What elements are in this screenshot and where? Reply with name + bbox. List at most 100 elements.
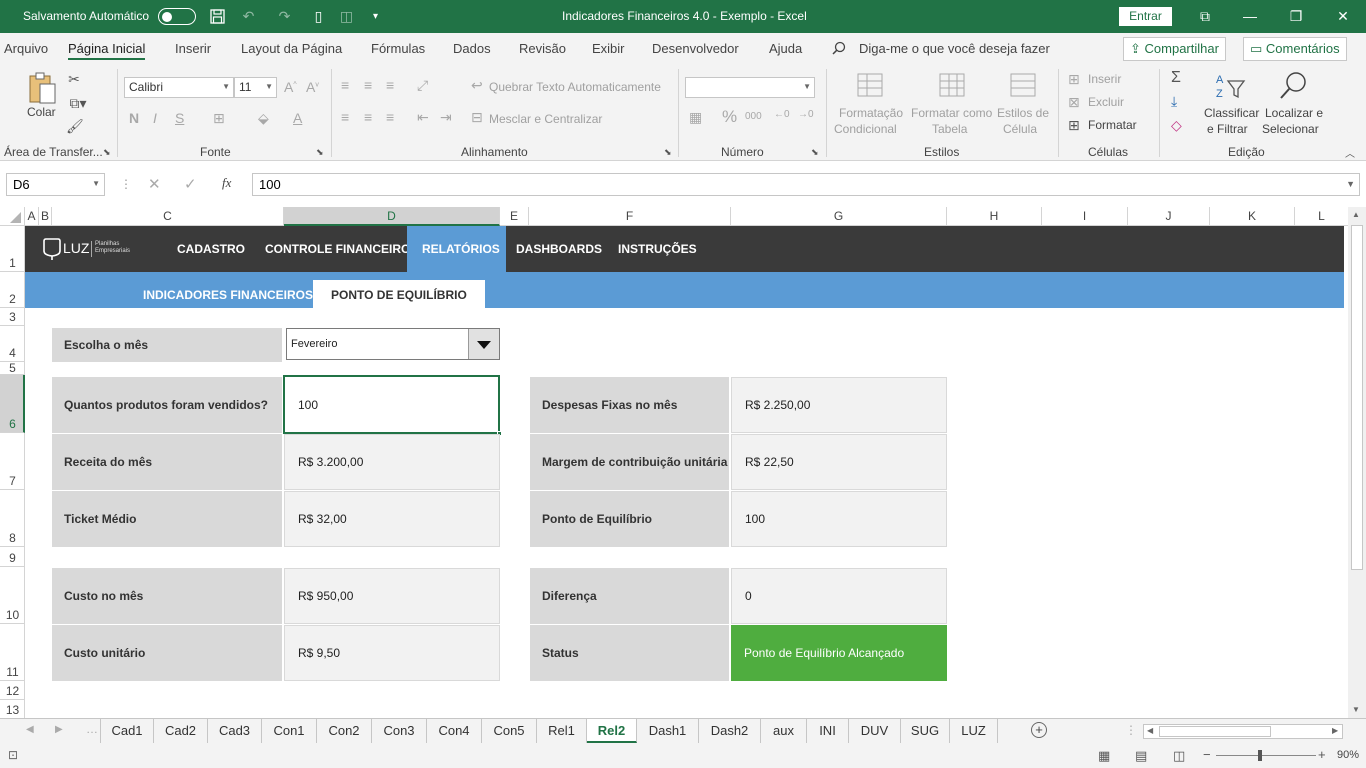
zoom-slider-track[interactable] <box>1216 755 1316 756</box>
column-header-selected[interactable]: D <box>284 207 500 226</box>
insert-function-icon[interactable]: fx <box>222 175 231 191</box>
clipboard-launcher-icon[interactable]: ⬊ <box>103 147 111 158</box>
sheet-tab[interactable]: LUZ <box>950 719 998 743</box>
row-header[interactable]: 12 <box>0 681 25 700</box>
wrap-text-icon[interactable]: ↩ <box>471 77 483 94</box>
row-header[interactable]: 2 <box>0 272 25 308</box>
conditional-format-label-2[interactable]: Condicional <box>834 122 897 136</box>
align-left-icon[interactable]: ≡ <box>341 109 349 125</box>
align-bottom-icon[interactable]: ≡ <box>386 77 394 93</box>
zoom-level[interactable]: 90% <box>1337 749 1359 761</box>
sheet-tab[interactable]: Dash2 <box>699 719 761 743</box>
break-even-value[interactable]: 100 <box>731 491 947 547</box>
redo-icon[interactable]: ↷ <box>276 8 293 25</box>
column-header[interactable]: J <box>1128 207 1210 226</box>
scrollbar-thumb[interactable] <box>1351 225 1363 570</box>
format-cells-button[interactable]: Formatar <box>1088 118 1137 132</box>
sheet-tab[interactable]: Con1 <box>262 719 317 743</box>
nav-instrucoes[interactable]: INSTRUÇÕES <box>608 226 707 272</box>
sheet-tab[interactable]: Dash1 <box>637 719 699 743</box>
camera-icon[interactable]: ◫ <box>338 8 355 25</box>
percent-icon[interactable]: % <box>722 107 737 127</box>
find-select-label-1[interactable]: Localizar e <box>1265 106 1323 120</box>
italic-icon[interactable]: I <box>153 110 157 126</box>
sheet-tab[interactable]: Con3 <box>372 719 427 743</box>
ticket-value[interactable]: R$ 32,00 <box>284 491 500 547</box>
form-icon[interactable]: ▯ <box>310 8 327 25</box>
sheet-tab[interactable]: Rel1 <box>537 719 587 743</box>
column-header[interactable]: E <box>500 207 529 226</box>
contribution-margin-value[interactable]: R$ 22,50 <box>731 434 947 490</box>
sheet-tab-active[interactable]: Rel2 <box>587 719 637 743</box>
delete-cells-icon[interactable]: ⊠ <box>1068 94 1080 111</box>
comments-button[interactable]: ▭ Comentários <box>1243 37 1347 61</box>
horizontal-scrollbar[interactable]: ◀ ▶ <box>1143 724 1343 739</box>
customize-qat-icon[interactable]: ▾ <box>367 8 384 25</box>
vertical-scrollbar[interactable]: ▲ ▼ <box>1348 207 1366 718</box>
sort-filter-label-2[interactable]: e Filtrar <box>1207 122 1248 136</box>
nav-controle-financeiro[interactable]: CONTROLE FINANCEIRO <box>255 226 420 272</box>
font-name-select[interactable]: Calibri ▼ <box>124 77 234 98</box>
font-color-icon[interactable]: A <box>293 110 302 126</box>
font-size-select[interactable]: 11 ▼ <box>234 77 277 98</box>
find-select-label-2[interactable]: Selecionar <box>1262 122 1319 136</box>
format-table-icon[interactable] <box>937 71 967 101</box>
nav-relatorios[interactable]: RELATÓRIOS <box>407 226 506 272</box>
decrease-font-icon[interactable]: Av <box>306 79 319 95</box>
new-sheet-icon[interactable]: + <box>1031 722 1047 738</box>
sort-filter-icon[interactable]: AZ <box>1214 71 1246 104</box>
save-icon[interactable] <box>209 8 226 25</box>
format-cells-icon[interactable]: ⊞ <box>1068 117 1080 134</box>
scroll-up-icon[interactable]: ▲ <box>1352 210 1360 219</box>
bold-icon[interactable]: N <box>129 110 139 126</box>
status-badge[interactable]: Ponto de Equilíbrio Alcançado <box>731 625 947 681</box>
restore-icon[interactable]: ❐ <box>1286 6 1306 26</box>
row-header[interactable]: 8 <box>0 490 25 547</box>
nav-cadastro[interactable]: CADASTRO <box>167 226 255 272</box>
close-icon[interactable]: ✕ <box>1333 6 1353 26</box>
column-header[interactable]: H <box>947 207 1042 226</box>
autosum-icon[interactable]: Σ <box>1171 69 1181 87</box>
products-sold-cell[interactable]: 100 <box>283 375 500 434</box>
cell-styles-icon[interactable] <box>1008 71 1038 101</box>
wrap-text-button[interactable]: Quebrar Texto Automaticamente <box>489 80 661 94</box>
format-table-label-2[interactable]: Tabela <box>932 122 967 136</box>
sheet-tab[interactable]: INI <box>807 719 849 743</box>
sheet-tab[interactable]: Cad1 <box>100 719 154 743</box>
row-header[interactable]: 4 <box>0 326 25 362</box>
hscroll-thumb[interactable] <box>1159 726 1271 737</box>
thousands-icon[interactable]: 000 <box>745 111 762 122</box>
tab-desenvolvedor[interactable]: Desenvolvedor <box>652 41 739 56</box>
row-header-selected[interactable]: 6 <box>0 375 25 433</box>
align-middle-icon[interactable]: ≡ <box>364 77 372 93</box>
splitter-icon[interactable]: ⋮ <box>1125 723 1137 737</box>
fill-color-icon[interactable]: ⬙ <box>258 110 269 127</box>
prev-sheet-icon[interactable]: ◀ <box>26 724 34 735</box>
currency-icon[interactable]: ▦ <box>689 109 702 126</box>
underline-icon[interactable]: S <box>175 110 184 126</box>
tab-pagina-inicial[interactable]: Página Inicial <box>68 41 146 60</box>
sheet-tab[interactable]: DUV <box>849 719 901 743</box>
column-header[interactable]: B <box>39 207 52 226</box>
name-box[interactable]: D6 ▼ <box>6 173 105 196</box>
find-select-icon[interactable] <box>1278 71 1310 104</box>
row-header[interactable]: 3 <box>0 308 25 326</box>
scroll-left-icon[interactable]: ◀ <box>1147 726 1153 735</box>
row-header[interactable]: 5 <box>0 361 25 375</box>
select-all-corner[interactable] <box>0 207 25 226</box>
conditional-format-icon[interactable] <box>855 71 885 101</box>
month-dropdown[interactable]: Fevereiro <box>286 328 500 360</box>
tab-layout[interactable]: Layout da Página <box>241 41 342 56</box>
sheet-tab[interactable]: Con4 <box>427 719 482 743</box>
format-painter-icon[interactable]: 🖌 <box>66 118 84 135</box>
borders-icon[interactable]: ⊞ <box>213 110 225 127</box>
unit-cost-value[interactable]: R$ 9,50 <box>284 625 500 681</box>
tab-arquivo[interactable]: Arquivo <box>4 41 48 56</box>
ribbon-display-icon[interactable]: ⧉ <box>1195 6 1215 26</box>
sheet-tab[interactable]: Cad3 <box>208 719 262 743</box>
tab-inserir[interactable]: Inserir <box>175 41 211 56</box>
column-header[interactable]: F <box>529 207 731 226</box>
increase-font-icon[interactable]: A^ <box>284 79 297 95</box>
align-center-icon[interactable]: ≡ <box>364 109 372 125</box>
sheet-tab[interactable]: Cad2 <box>154 719 208 743</box>
